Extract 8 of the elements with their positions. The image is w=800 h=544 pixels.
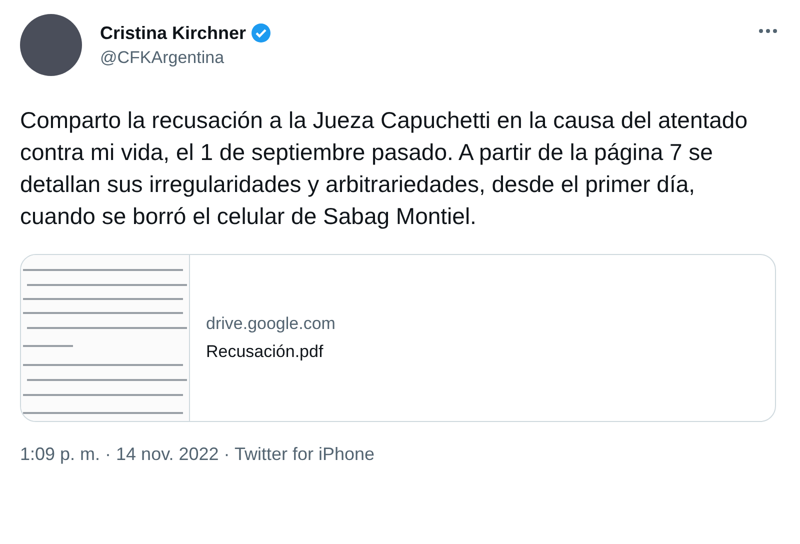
link-domain: drive.google.com — [206, 314, 336, 334]
author-handle[interactable]: @CFKArgentina — [100, 48, 740, 68]
tweet-timestamp[interactable]: 1:09 p. m. · 14 nov. 2022 · Twitter for iPhone — [20, 444, 780, 465]
link-title: Recusación.pdf — [206, 342, 324, 362]
tweet-text: Comparto la recusación a la Jueza Capuchetti en la causa del atentado contra mi vida, el 1 de septiembre pasado. A partir de la página 7 se detallan sus irregularidades y arbitrariedades, desde el primer día, cuando se borró el celular de Sabag Montiel. — [20, 106, 749, 231]
more-icon[interactable] — [758, 28, 778, 34]
author-name[interactable]: Cristina Kirchner — [100, 22, 246, 44]
link-card[interactable]: drive.google.com Recusación.pdf — [20, 254, 776, 422]
